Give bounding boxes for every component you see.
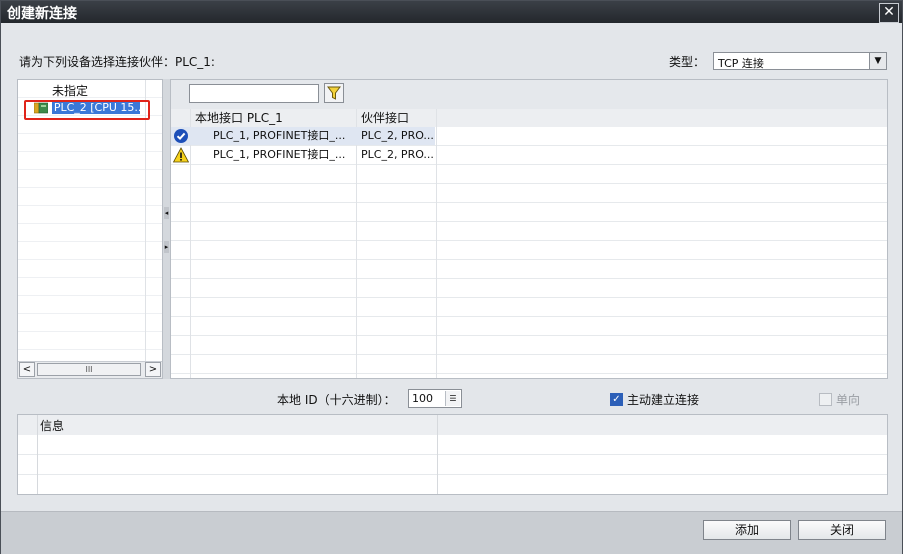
- tree-horizontal-scrollbar[interactable]: < III >: [18, 361, 162, 378]
- partner-device-tree: 未指定 PLC_2 [CPU 15... < III >: [17, 79, 163, 379]
- check-ok-icon: [174, 129, 188, 143]
- table-row[interactable]: PLC_1, PROFINET接口_... PLC_2, PRO...: [171, 127, 435, 145]
- one-way-checkbox[interactable]: [819, 393, 832, 406]
- filter-input[interactable]: [189, 84, 319, 103]
- partner-interface-cell: PLC_2, PRO...: [361, 148, 434, 161]
- warning-icon: [173, 147, 189, 163]
- type-label: 类型：: [669, 55, 706, 69]
- close-button[interactable]: 关闭: [798, 520, 886, 540]
- scroll-right-icon[interactable]: >: [145, 362, 161, 377]
- column-local-interface[interactable]: 本地接口 PLC_1: [191, 109, 357, 127]
- grid-toolbar: [171, 80, 887, 110]
- add-button[interactable]: 添加: [703, 520, 791, 540]
- one-way-label: 单向: [836, 393, 861, 407]
- panel-splitter[interactable]: ◂ ▸: [163, 79, 170, 379]
- collapse-left-icon[interactable]: ◂: [164, 207, 169, 219]
- tree-item-unspecified[interactable]: 未指定: [52, 82, 88, 99]
- local-interface-cell: PLC_1, PROFINET接口_...: [213, 129, 346, 142]
- expand-right-icon[interactable]: ▸: [164, 241, 169, 253]
- local-interface-cell: PLC_1, PROFINET接口_...: [213, 148, 346, 161]
- connection-type-select[interactable]: TCP 连接 ▼: [713, 52, 887, 70]
- table-row[interactable]: PLC_1, PROFINET接口_... PLC_2, PRO...: [171, 146, 435, 164]
- scroll-left-icon[interactable]: <: [19, 362, 35, 377]
- dialog-title: 创建新连接: [7, 6, 77, 22]
- title-bar: 创建新连接 ✕: [1, 1, 902, 23]
- active-connection-checkbox[interactable]: ✓: [610, 393, 623, 406]
- connection-type-value: TCP 连接: [718, 57, 764, 70]
- button-bar: 添加 关闭: [1, 511, 902, 554]
- local-id-value: 100: [412, 392, 433, 405]
- list-picker-icon[interactable]: ☰: [445, 391, 460, 406]
- column-partner-interface[interactable]: 伙伴接口: [357, 109, 437, 127]
- info-header: 信息: [40, 419, 65, 433]
- grid-header: 本地接口 PLC_1 伙伴接口: [171, 109, 887, 128]
- interface-grid: 本地接口 PLC_1 伙伴接口 PLC_1, PROFINET接口_... PL…: [170, 79, 888, 379]
- info-panel: 信息: [17, 414, 888, 495]
- prompt-label: 请为下列设备选择连接伙伴：PLC_1:: [19, 55, 215, 69]
- filter-icon[interactable]: [324, 83, 344, 103]
- create-connection-dialog: 创建新连接 ✕ 请为下列设备选择连接伙伴：PLC_1: 类型： TCP 连接 ▼…: [0, 0, 903, 554]
- local-id-label: 本地 ID（十六进制）：: [277, 393, 396, 407]
- partner-interface-cell: PLC_2, PRO...: [361, 129, 434, 142]
- scroll-thumb[interactable]: III: [37, 363, 141, 376]
- highlight-box: [24, 100, 150, 120]
- local-id-input[interactable]: 100 ☰: [408, 389, 462, 408]
- chevron-down-icon[interactable]: ▼: [869, 53, 886, 69]
- close-icon[interactable]: ✕: [879, 3, 899, 23]
- active-connection-label: 主动建立连接: [627, 393, 700, 407]
